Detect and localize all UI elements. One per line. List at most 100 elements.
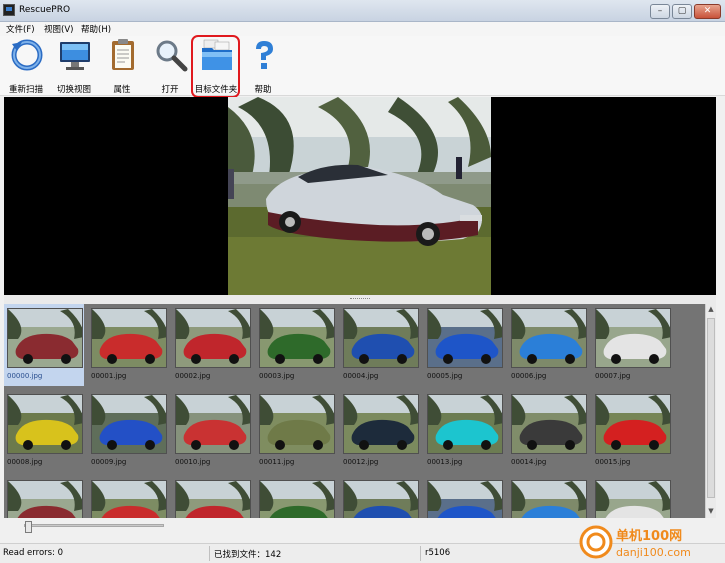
- thumbnail-cell[interactable]: 00005.jpg: [424, 304, 504, 386]
- minimize-button[interactable]: –: [650, 4, 670, 19]
- thumbnail-filename: 00010.jpg: [175, 458, 211, 466]
- thumbnail-filename: 00005.jpg: [427, 372, 463, 380]
- switch-view-button[interactable]: 切换视图: [49, 36, 99, 96]
- thumbnail-cell[interactable]: 00015.jpg: [592, 390, 672, 472]
- scroll-up-icon[interactable]: ▲: [706, 305, 716, 315]
- preview-pane: [4, 97, 716, 295]
- monitor-icon: [60, 42, 90, 70]
- status-divider: [209, 546, 210, 561]
- thumbnail-filename: 00015.jpg: [595, 458, 631, 466]
- version-status: r5106: [425, 548, 451, 558]
- thumbnail-cell[interactable]: 00010.jpg: [172, 390, 252, 472]
- thumbnail-image: [595, 480, 671, 518]
- thumbnail-filename: 00002.jpg: [175, 372, 211, 380]
- slider-knob[interactable]: [25, 521, 32, 533]
- menu-file[interactable]: 文件(F): [6, 23, 35, 35]
- toolbar: 重新扫描 切换视图 属性 打开 目标文件夹 帮助: [0, 36, 725, 96]
- found-files-status: 已找到文件：142: [214, 550, 282, 560]
- thumbnail-cell[interactable]: 00000.jpg: [4, 304, 84, 386]
- thumbnail-cell[interactable]: [172, 476, 252, 518]
- thumbnail-cell[interactable]: 00007.jpg: [592, 304, 672, 386]
- window-title: RescuePRO: [19, 5, 71, 15]
- splitter[interactable]: [4, 295, 716, 304]
- title-bar: RescuePRO – ▢ ✕: [0, 0, 725, 22]
- thumbnail-cell[interactable]: [4, 476, 84, 518]
- preview-image: [228, 97, 491, 295]
- thumbnail-cell[interactable]: 00014.jpg: [508, 390, 588, 472]
- thumbnail-cell[interactable]: [508, 476, 588, 518]
- thumbnail-filename: 00014.jpg: [511, 458, 547, 466]
- thumbnail-cell[interactable]: [340, 476, 420, 518]
- app-icon: [3, 4, 15, 16]
- thumbnail-filename: 00007.jpg: [595, 372, 631, 380]
- thumbnail-image: [343, 480, 419, 518]
- thumbnail-cell[interactable]: [88, 476, 168, 518]
- thumbnail-filename: 00004.jpg: [343, 372, 379, 380]
- thumbnail-size-slider[interactable]: [24, 524, 164, 527]
- menu-view[interactable]: 视图(V): [44, 23, 73, 35]
- thumbnail-filename: 00003.jpg: [259, 372, 295, 380]
- thumbnail-filename: 00000.jpg: [7, 372, 43, 380]
- menu-bar: 文件(F) 视图(V) 帮助(H): [0, 22, 725, 36]
- thumbnail-image: [427, 394, 503, 454]
- splitter-grip[interactable]: [350, 298, 370, 300]
- thumbnail-filename: 00011.jpg: [259, 458, 295, 466]
- thumbnail-cell[interactable]: 00003.jpg: [256, 304, 336, 386]
- thumbnail-cell[interactable]: [256, 476, 336, 518]
- thumbnail-image: [175, 394, 251, 454]
- maximize-button[interactable]: ▢: [672, 4, 692, 19]
- thumbnail-image: [259, 480, 335, 518]
- thumbnail-cell[interactable]: 00009.jpg: [88, 390, 168, 472]
- thumbnail-image: [175, 480, 251, 518]
- thumbnail-image: [511, 308, 587, 368]
- thumbnail-cell[interactable]: 00002.jpg: [172, 304, 252, 386]
- thumbnail-filename: 00013.jpg: [427, 458, 463, 466]
- help-button[interactable]: 帮助: [238, 36, 288, 96]
- read-errors-status: Read errors: 0: [3, 548, 64, 558]
- thumbnail-image: [595, 308, 671, 368]
- thumbnail-cell[interactable]: 00013.jpg: [424, 390, 504, 472]
- thumbnail-image: [511, 394, 587, 454]
- clipboard-icon: [112, 39, 134, 70]
- thumbnail-cell[interactable]: 00006.jpg: [508, 304, 588, 386]
- thumbnail-filename: 00012.jpg: [343, 458, 379, 466]
- gallery-scrollbar[interactable]: ▲ ▼: [705, 304, 716, 518]
- open-button[interactable]: 打开: [145, 36, 195, 96]
- thumbnail-image: [343, 394, 419, 454]
- thumbnail-image: [175, 308, 251, 368]
- rescan-button[interactable]: 重新扫描: [1, 36, 51, 96]
- thumbnail-image: [511, 480, 587, 518]
- thumbnail-cell[interactable]: [592, 476, 672, 518]
- scroll-down-icon[interactable]: ▼: [706, 507, 716, 517]
- scrollbar-thumb[interactable]: [707, 318, 715, 498]
- thumbnail-cell[interactable]: 00011.jpg: [256, 390, 336, 472]
- thumbnail-image: [259, 394, 335, 454]
- watermark-logo: 单机100网 danji100.com: [578, 523, 722, 561]
- thumbnail-image: [427, 480, 503, 518]
- svg-text:单机100网: 单机100网: [616, 528, 682, 544]
- rescan-label: 重新扫描: [8, 85, 43, 95]
- status-divider: [420, 546, 421, 561]
- switch-view-label: 切换视图: [56, 85, 91, 95]
- help-label: 帮助: [254, 85, 272, 95]
- thumbnail-image: [7, 480, 83, 518]
- thumbnail-cell[interactable]: 00001.jpg: [88, 304, 168, 386]
- thumbnail-image: [427, 308, 503, 368]
- thumbnail-image: [595, 394, 671, 454]
- thumbnail-filename: 00009.jpg: [91, 458, 127, 466]
- thumbnail-image: [7, 308, 83, 368]
- close-button[interactable]: ✕: [694, 4, 721, 19]
- thumbnail-filename: 00001.jpg: [91, 372, 127, 380]
- properties-label: 属性: [113, 85, 131, 95]
- thumbnail-cell[interactable]: [424, 476, 504, 518]
- thumbnail-filename: 00006.jpg: [511, 372, 547, 380]
- menu-help[interactable]: 帮助(H): [81, 23, 111, 35]
- magnifier-icon: [156, 40, 188, 72]
- thumbnail-filename: 00008.jpg: [7, 458, 43, 466]
- target-folder-highlight: [191, 35, 240, 98]
- thumbnail-cell[interactable]: 00012.jpg: [340, 390, 420, 472]
- thumbnail-cell[interactable]: 00008.jpg: [4, 390, 84, 472]
- thumbnail-cell[interactable]: 00004.jpg: [340, 304, 420, 386]
- properties-button[interactable]: 属性: [97, 36, 147, 96]
- thumbnail-image: [343, 308, 419, 368]
